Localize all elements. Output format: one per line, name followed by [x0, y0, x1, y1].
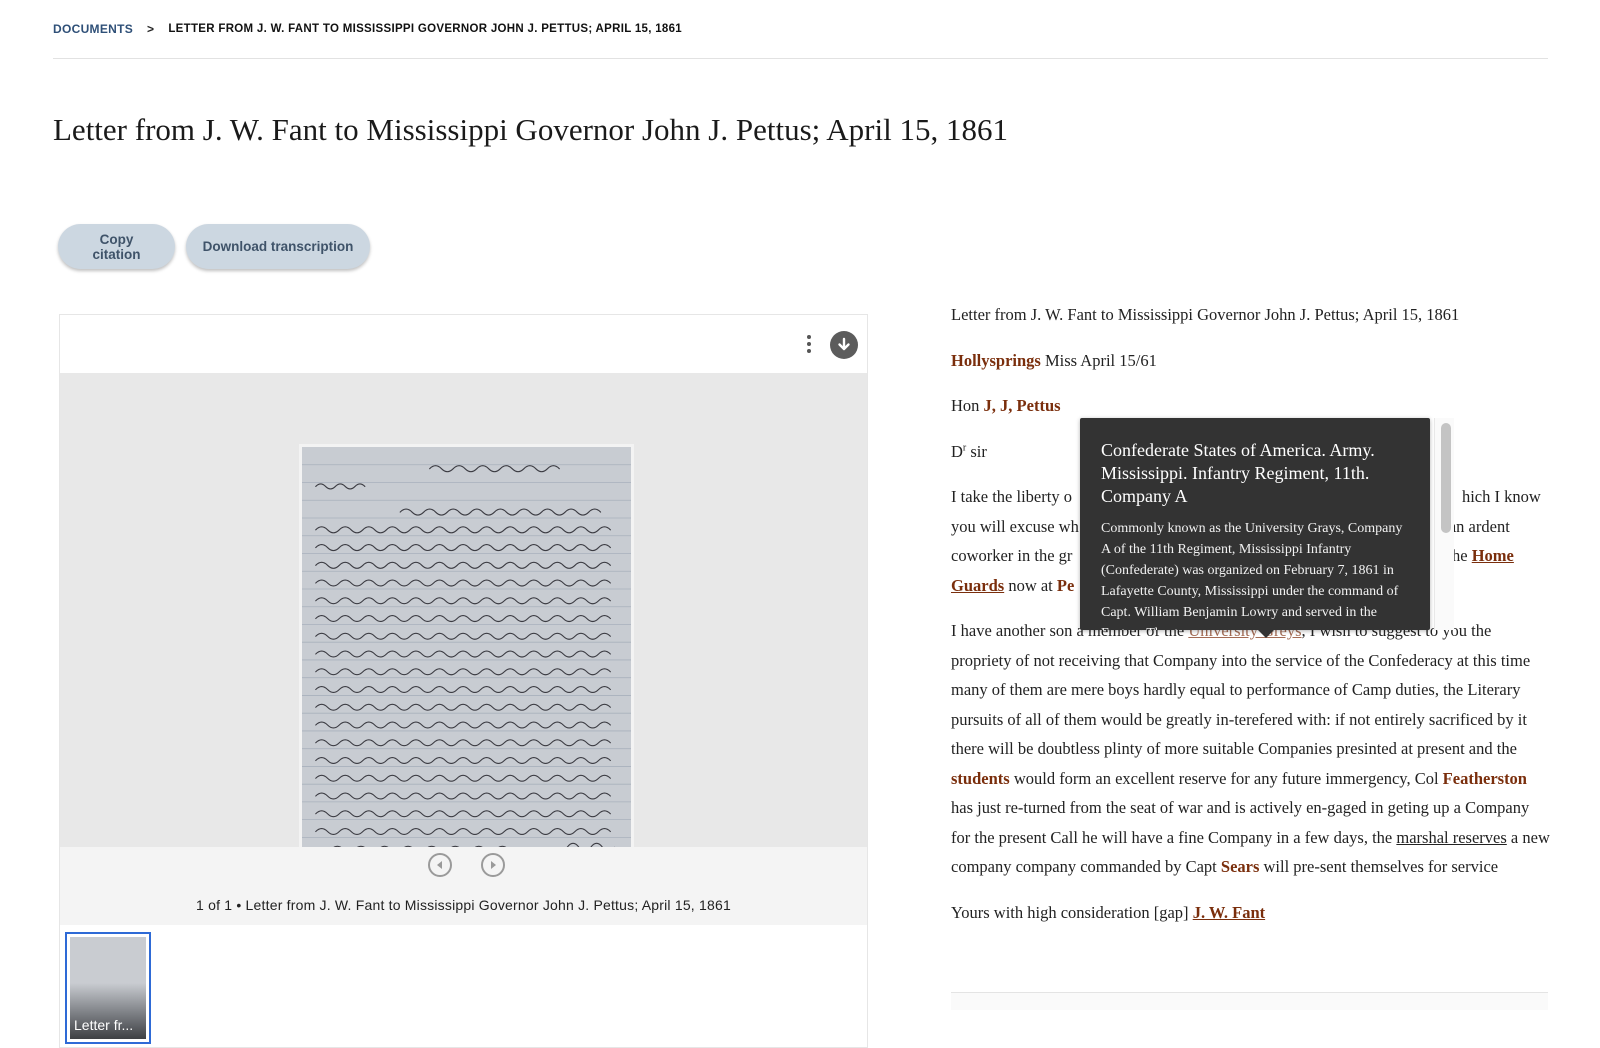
page-navigation	[60, 847, 867, 885]
entity-pensacola[interactable]: Pe	[1057, 576, 1074, 595]
download-icon[interactable]	[830, 331, 858, 359]
breadcrumb: DOCUMENTS > LETTER FROM J. W. FANT TO MI…	[53, 22, 682, 36]
image-viewer: 1 of 1 • Letter from J. W. Fant to Missi…	[59, 314, 868, 1048]
transcript-paragraph-2: I have another son a member of the Unive…	[951, 621, 1550, 876]
breadcrumb-separator: >	[147, 22, 155, 36]
thumbnail-image: Letter fr...	[70, 937, 146, 1039]
transcript-heading: Letter from J. W. Fant to Mississippi Go…	[951, 305, 1460, 324]
entity-marshal-reserves[interactable]: marshal reserves	[1396, 828, 1506, 847]
tooltip-pointer	[1258, 630, 1274, 638]
entity-pettus[interactable]: J, J, Pettus	[984, 396, 1061, 415]
transcript-closing: Yours with high consideration [gap] J. W…	[951, 902, 1266, 922]
previous-page-icon[interactable]	[428, 853, 452, 877]
page-title: Letter from J. W. Fant to Mississippi Go…	[53, 112, 1008, 147]
breadcrumb-current: LETTER FROM J. W. FANT TO MISSISSIPPI GO…	[168, 23, 683, 35]
tooltip-scrollbar-thumb[interactable]	[1441, 423, 1451, 533]
transcript-dateline: Hollysprings Miss April 15/61	[951, 350, 1157, 370]
entity-home-guards[interactable]: Home	[1472, 546, 1514, 565]
image-caption: 1 of 1 • Letter from J. W. Fant to Missi…	[196, 897, 731, 913]
page-thumbnail[interactable]: Letter fr...	[65, 932, 151, 1044]
letter-manuscript-image	[299, 444, 634, 869]
entity-students[interactable]: students	[951, 769, 1010, 788]
transcript-salutation: Hon J, J, Pettus	[951, 396, 1061, 415]
header-divider	[53, 58, 1548, 59]
entity-hollysprings[interactable]: Hollysprings	[951, 351, 1041, 370]
next-page-icon[interactable]	[481, 853, 505, 877]
breadcrumb-documents-link[interactable]: DOCUMENTS	[53, 22, 133, 36]
image-caption-bar: 1 of 1 • Letter from J. W. Fant to Missi…	[60, 885, 867, 925]
entity-tooltip[interactable]: Confederate States of America. Army. Mis…	[1080, 418, 1430, 630]
tooltip-description: Commonly known as the University Grays, …	[1101, 521, 1403, 630]
transcript-footer-divider	[951, 992, 1548, 1010]
entity-sears[interactable]: Sears	[1221, 857, 1260, 876]
more-options-icon[interactable]	[804, 331, 814, 357]
tooltip-title: Confederate States of America. Army. Mis…	[1101, 440, 1375, 506]
entity-home-guards-cont[interactable]: Guards	[951, 576, 1004, 595]
image-canvas[interactable]	[60, 373, 867, 869]
entity-fant[interactable]: J. W. Fant	[1193, 903, 1265, 922]
entity-featherston[interactable]: Featherston	[1443, 769, 1527, 788]
viewer-toolbar	[60, 315, 867, 373]
copy-citation-button[interactable]: Copy citation	[58, 224, 175, 269]
download-transcription-button[interactable]: Download transcription	[186, 224, 370, 269]
thumbnail-label: Letter fr...	[74, 1017, 134, 1033]
